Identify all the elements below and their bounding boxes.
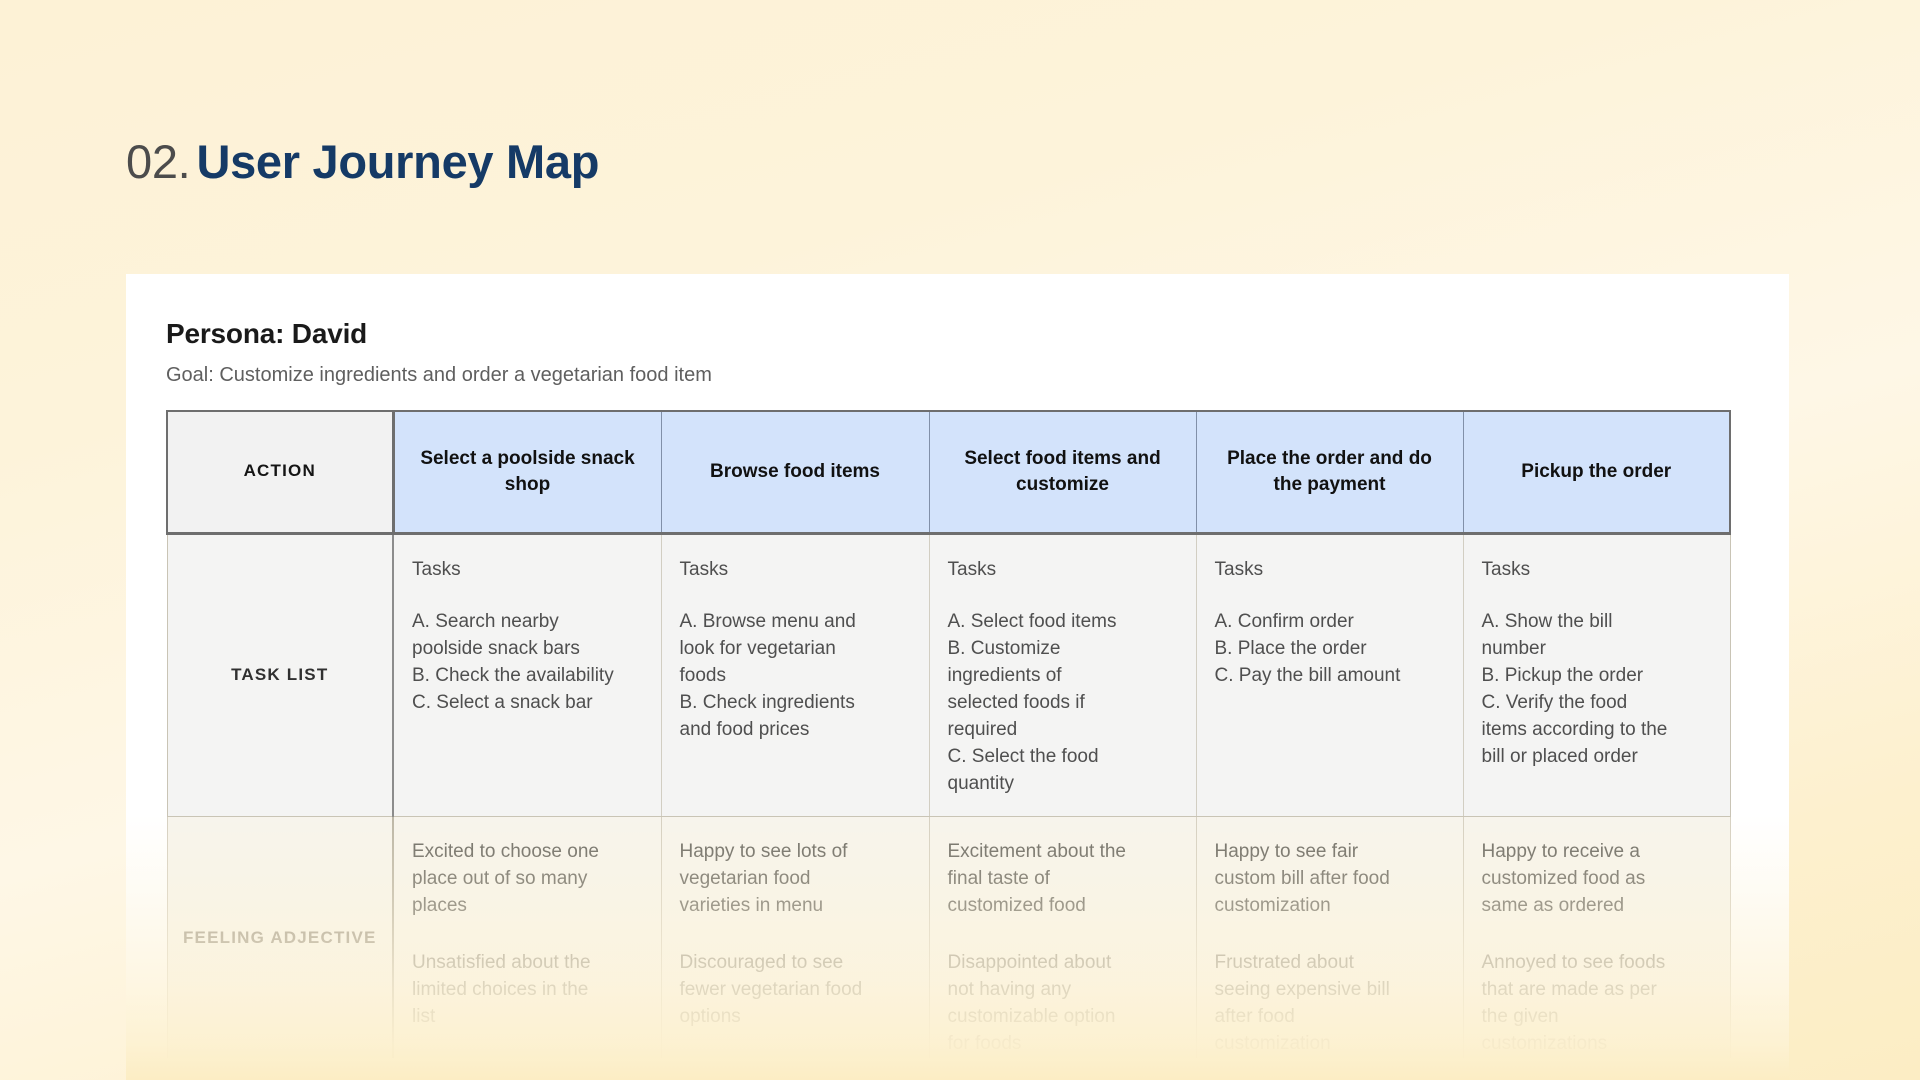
page-title-number: 02. — [126, 135, 191, 188]
feeling-positive-4: Happy to see fair custom bill after food… — [1214, 841, 1390, 917]
action-cell-3[interactable]: Select food items and customize — [929, 410, 1197, 535]
feeling-negative-1: Unsatisfied about the limited choices in… — [412, 952, 591, 1028]
page-title-text: User Journey Map — [196, 135, 600, 188]
action-cell-4[interactable]: Place the order and do the payment — [1196, 410, 1464, 535]
task-cell-4: Tasks A. Confirm order B. Place the orde… — [1196, 533, 1464, 818]
feeling-negative-5: Annoyed to see foods that are made as pe… — [1481, 952, 1666, 1055]
feeling-positive-1: Excited to choose one place out of so ma… — [412, 841, 599, 917]
feeling-cell-5: Happy to receive a customized food as sa… — [1463, 816, 1731, 1059]
tasks-label-4: Tasks — [1214, 558, 1264, 580]
persona-name: Persona: David — [166, 318, 368, 349]
tasks-list-1: A. Search nearby poolside snack bars B. … — [412, 611, 614, 714]
persona-goal: Goal: Customize ingredients and order a … — [166, 364, 712, 386]
journey-map-card: Persona: David Goal: Customize ingredien… — [126, 274, 1789, 1080]
table-row-feeling-adjective: FEELING ADJECTIVE Excited to choose one … — [166, 816, 1731, 1059]
feeling-cell-2: Happy to see lots of vegetarian food var… — [661, 816, 930, 1059]
tasks-label-5: Tasks — [1481, 558, 1531, 580]
user-journey-table: ACTION Select a poolside snack shop Brow… — [166, 410, 1731, 1059]
row-label-feeling-adjective: FEELING ADJECTIVE — [166, 816, 394, 1059]
feeling-positive-5: Happy to receive a customized food as sa… — [1481, 841, 1646, 917]
tasks-label-3: Tasks — [947, 558, 997, 580]
feeling-cell-1: Excited to choose one place out of so ma… — [393, 816, 662, 1059]
feeling-cell-4: Happy to see fair custom bill after food… — [1196, 816, 1464, 1059]
feeling-cell-3: Excitement about the final taste of cust… — [929, 816, 1197, 1059]
feeling-positive-2: Happy to see lots of vegetarian food var… — [679, 841, 848, 917]
task-cell-5: Tasks A. Show the bill number B. Pickup … — [1463, 533, 1731, 818]
table-row-action: ACTION Select a poolside snack shop Brow… — [166, 410, 1731, 535]
tasks-label-2: Tasks — [679, 558, 729, 580]
tasks-list-5: A. Show the bill number B. Pickup the or… — [1481, 611, 1668, 768]
row-label-task-list: TASK LIST — [166, 533, 394, 818]
feeling-negative-3: Disappointed about not having any custom… — [947, 952, 1116, 1055]
row-label-action: ACTION — [166, 410, 395, 535]
tasks-label-1: Tasks — [412, 558, 461, 580]
task-cell-2: Tasks A. Browse menu and look for vegeta… — [661, 533, 930, 818]
tasks-list-3: A. Select food items B. Customize ingred… — [947, 611, 1117, 795]
feeling-negative-4: Frustrated about seeing expensive bill a… — [1214, 952, 1390, 1055]
action-cell-5[interactable]: Pickup the order — [1463, 410, 1731, 535]
feeling-positive-3: Excitement about the final taste of cust… — [947, 841, 1127, 917]
table-row-task-list: TASK LIST Tasks A. Search nearby poolsid… — [166, 533, 1731, 818]
tasks-list-4: A. Confirm order B. Place the order C. P… — [1214, 611, 1401, 687]
task-cell-1: Tasks A. Search nearby poolside snack ba… — [393, 533, 662, 818]
page-title: 02. User Journey Map — [126, 134, 599, 189]
action-cell-2[interactable]: Browse food items — [661, 410, 930, 535]
tasks-list-2: A. Browse menu and look for vegetarian f… — [679, 611, 856, 741]
feeling-negative-2: Discouraged to see fewer vegetarian food… — [679, 952, 863, 1028]
task-cell-3: Tasks A. Select food items B. Customize … — [929, 533, 1197, 818]
action-cell-1[interactable]: Select a poolside snack shop — [393, 410, 662, 535]
